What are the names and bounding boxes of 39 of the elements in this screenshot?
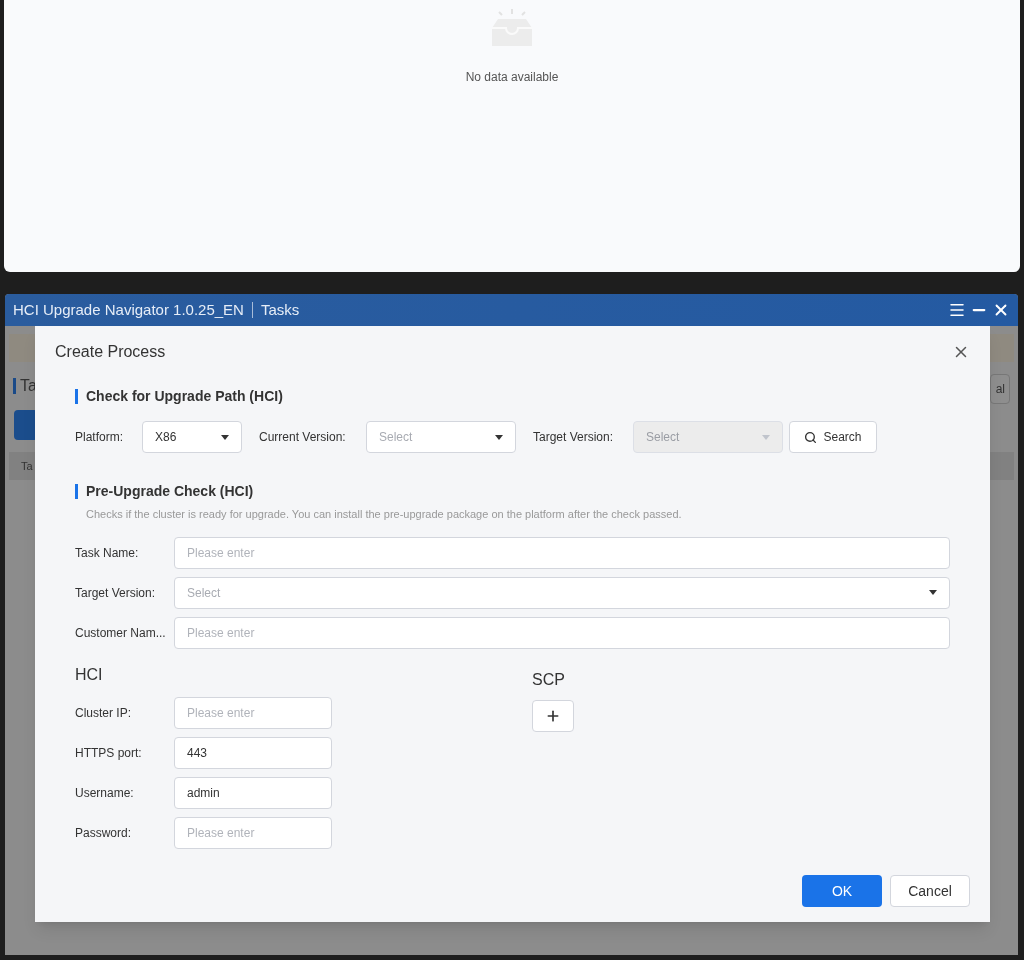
caret-icon bbox=[762, 434, 770, 440]
field-label: Customer Nam... bbox=[75, 624, 167, 642]
section-heading: Check for Upgrade Path (HCI) bbox=[86, 387, 283, 406]
side-button[interactable]: al bbox=[990, 374, 1010, 404]
input-field[interactable]: Please enter bbox=[174, 616, 950, 649]
field-label: Cluster IP: bbox=[75, 704, 132, 722]
field-label: Task Name: bbox=[75, 544, 140, 562]
field-label: Current Version: bbox=[259, 429, 347, 446]
field-label: Target Version: bbox=[75, 584, 157, 602]
input-field[interactable]: Please enter bbox=[174, 536, 950, 569]
field-label: Password: bbox=[75, 824, 133, 842]
field-label: Username: bbox=[75, 784, 135, 802]
input-field[interactable]: Please enter bbox=[174, 816, 332, 849]
group-heading: HCI bbox=[75, 665, 103, 683]
add-button[interactable] bbox=[14, 410, 38, 440]
group-heading: SCP bbox=[532, 670, 565, 688]
cancel-button[interactable]: Cancel bbox=[890, 875, 970, 907]
ok-button[interactable]: OK bbox=[802, 875, 882, 907]
field-label: Target Version: bbox=[533, 429, 615, 446]
input-field[interactable]: admin bbox=[174, 776, 332, 809]
menu-icon[interactable] bbox=[948, 301, 966, 319]
add-button[interactable] bbox=[532, 699, 574, 732]
caret-icon bbox=[495, 434, 503, 440]
section-title: Tasks bbox=[260, 299, 300, 320]
field-label: Platform: bbox=[75, 429, 124, 446]
section-description: Checks if the cluster is ready for upgrade. You can install the pre-upgrade package on the platform after the check passed. bbox=[86, 507, 683, 522]
window-title: HCI Upgrade Navigator 1.0.25_EN bbox=[13, 299, 244, 320]
input-field[interactable]: 443 bbox=[174, 736, 332, 769]
search-icon bbox=[804, 430, 818, 444]
dialog-title: Create Process bbox=[55, 342, 166, 362]
column-header: Ta bbox=[21, 458, 33, 474]
caret-icon bbox=[929, 590, 937, 595]
field-label: HTTPS port: bbox=[75, 744, 143, 762]
input-field[interactable]: Please enter bbox=[174, 696, 332, 729]
empty-message: No data available bbox=[465, 69, 559, 86]
select-field[interactable]: X86 bbox=[142, 421, 242, 453]
caret-icon bbox=[221, 434, 229, 440]
section-heading: Pre-Upgrade Check (HCI) bbox=[86, 482, 254, 501]
search-button[interactable]: Search bbox=[789, 421, 877, 453]
